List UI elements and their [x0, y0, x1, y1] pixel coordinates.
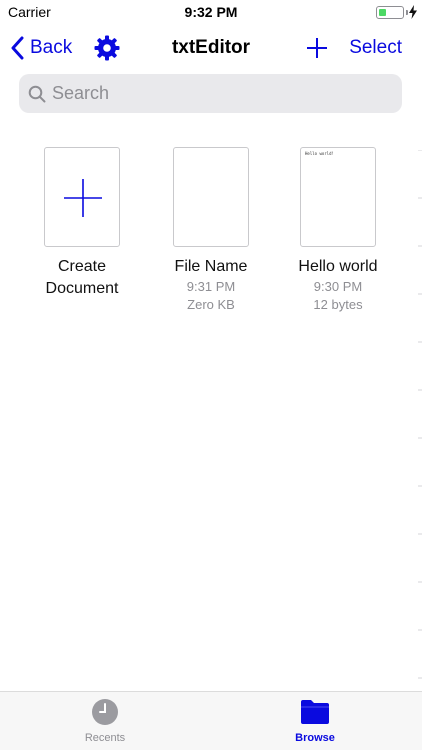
battery-cap — [406, 10, 408, 15]
tab-recents[interactable]: Recents — [45, 698, 165, 744]
search-placeholder: Search — [52, 83, 110, 103]
select-button[interactable]: Select — [349, 37, 402, 59]
document-name: Create Document — [45, 258, 119, 297]
scroll-edge-marks — [418, 150, 422, 679]
status-bar: Carrier 9:32 PM — [0, 0, 422, 26]
search-icon — [28, 85, 46, 102]
document-name: Hello world — [298, 258, 378, 275]
create-document-item[interactable]: Create Document — [27, 147, 137, 300]
document-item[interactable]: Hello world! Hello world 9:30 PM 12 byte… — [283, 147, 393, 314]
document-size: Zero KB — [187, 297, 235, 312]
document-preview-text: Hello world! — [305, 151, 334, 156]
navigation-bar: Back txtEditor Select — [0, 26, 422, 72]
battery-level — [378, 8, 386, 16]
tab-label: Browse — [295, 732, 335, 744]
document-size: 12 bytes — [313, 297, 363, 312]
screen: Carrier 9:32 PM Back txtEditor Select Se… — [0, 0, 422, 750]
plus-icon[interactable] — [305, 36, 329, 60]
clock-icon — [92, 699, 118, 725]
tab-browse[interactable]: Browse — [255, 698, 375, 744]
search-input[interactable]: Search — [19, 74, 402, 113]
tab-bar: Recents Browse — [0, 691, 422, 750]
document-thumbnail — [173, 147, 249, 247]
charging-bolt-icon — [409, 5, 417, 19]
battery-icon — [376, 6, 404, 19]
document-thumbnail: Hello world! — [300, 147, 376, 247]
plus-icon — [64, 179, 102, 217]
document-modified-time: 9:30 PM — [313, 279, 363, 294]
document-item[interactable]: File Name 9:31 PM Zero KB — [156, 147, 266, 314]
document-name: File Name — [174, 258, 248, 275]
folder-icon — [301, 700, 329, 724]
status-time: 9:32 PM — [184, 4, 238, 20]
document-thumbnail — [44, 147, 120, 247]
document-modified-time: 9:31 PM — [186, 279, 236, 294]
tab-label: Recents — [84, 732, 126, 744]
